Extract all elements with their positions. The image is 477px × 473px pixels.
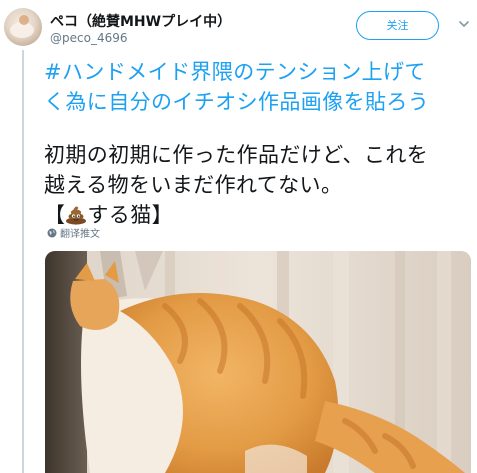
avatar[interactable]: [4, 8, 42, 46]
bracket-text: する猫】: [87, 203, 174, 227]
display-name[interactable]: ペコ（絶賛MHWプレイ中）: [50, 11, 231, 31]
pile-of-poo-emoji: [66, 206, 87, 225]
translate-tweet-link[interactable]: 翻译推文: [47, 225, 100, 240]
chevron-down-icon[interactable]: [459, 19, 469, 29]
follow-button[interactable]: 关注: [356, 11, 439, 40]
hashtag-link[interactable]: #ハンドメイド界隈のテンション上げて く為に自分のイチオシ作品画像を貼ろう: [44, 57, 474, 117]
tweet-photo[interactable]: [45, 251, 471, 473]
hashtag-line-1: #ハンドメイド界隈のテンション上げて: [44, 60, 426, 84]
thread-line: [22, 50, 24, 473]
tweet-text: 初期の初期に作った作品だけど、これを 越える物をいまだ作れてない。 【 する猫】: [44, 140, 474, 230]
tweet-text-line-3: 【 する猫】: [44, 200, 474, 230]
translate-label: 翻译推文: [60, 229, 100, 240]
bracket-open: 【: [44, 203, 66, 227]
tweet-text-line-2: 越える物をいまだ作れてない。: [44, 173, 343, 197]
cat-photo-image: [45, 251, 471, 473]
tweet-text-line-1: 初期の初期に作った作品だけど、これを: [44, 143, 429, 167]
hashtag-line-2: く為に自分のイチオシ作品画像を貼ろう: [44, 90, 430, 114]
globe-icon: [47, 228, 57, 238]
user-handle[interactable]: @peco_4696: [50, 31, 127, 45]
avatar-detail: [19, 15, 29, 25]
tweet-card: ペコ（絶賛MHWプレイ中） @peco_4696 关注 #ハンドメイド界隈のテン…: [0, 0, 477, 473]
